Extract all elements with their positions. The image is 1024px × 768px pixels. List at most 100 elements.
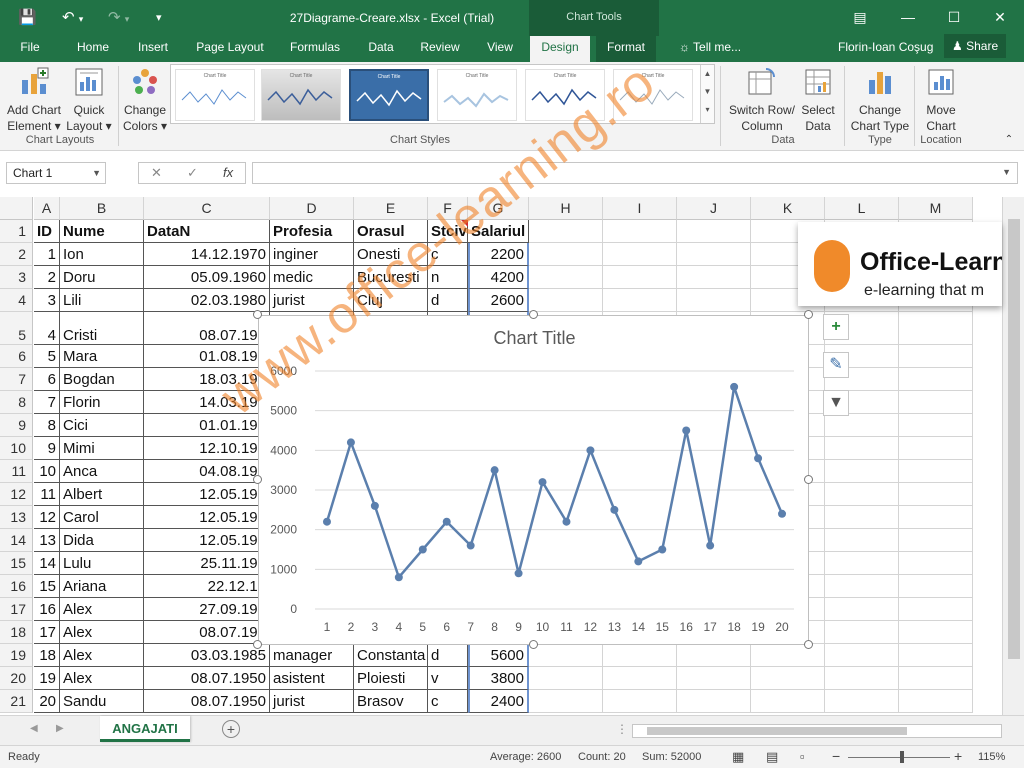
column-header-j[interactable]: J — [677, 197, 751, 220]
grid-cell[interactable] — [529, 667, 603, 690]
table-cell[interactable]: 08.07.1950 — [144, 667, 270, 690]
table-cell[interactable]: Alex — [60, 621, 144, 644]
chart-style-5[interactable]: Chart Title — [525, 69, 605, 121]
move-chart-button[interactable]: Move Chart — [918, 66, 964, 134]
column-header-c[interactable]: C — [144, 197, 270, 220]
tab-review[interactable]: Review — [414, 36, 466, 62]
table-header-cell[interactable]: Profesia — [270, 220, 354, 243]
data-point[interactable] — [394, 573, 403, 582]
resize-handle-se[interactable] — [804, 640, 813, 649]
data-point[interactable] — [442, 517, 451, 526]
table-cell[interactable]: Florin — [60, 391, 144, 414]
table-cell[interactable]: 9 — [34, 437, 60, 460]
table-cell[interactable]: 1 — [34, 243, 60, 266]
grid-cell[interactable] — [899, 644, 973, 667]
minimize-icon[interactable]: — — [893, 6, 923, 28]
table-cell[interactable]: 5 — [34, 345, 60, 368]
table-cell[interactable]: 01.01.197 — [144, 414, 270, 437]
table-cell[interactable]: v — [428, 667, 468, 690]
grid-cell[interactable] — [529, 289, 603, 312]
row-header-13[interactable]: 13 — [0, 506, 33, 529]
table-cell[interactable]: 5600 — [468, 644, 529, 667]
table-cell[interactable]: Onesti — [354, 243, 428, 266]
table-cell[interactable]: 3 — [34, 289, 60, 312]
row-header-18[interactable]: 18 — [0, 621, 33, 644]
grid-cell[interactable] — [825, 667, 899, 690]
select-all-corner[interactable] — [0, 197, 33, 220]
grid-cell[interactable] — [899, 460, 973, 483]
grid-cell[interactable] — [603, 690, 677, 713]
grid-cell[interactable] — [603, 220, 677, 243]
data-point[interactable] — [538, 478, 547, 487]
tab-split-icon[interactable]: ⋮ — [616, 722, 628, 736]
table-cell[interactable]: medic — [270, 266, 354, 289]
table-cell[interactable]: 15 — [34, 575, 60, 598]
table-cell[interactable]: 6 — [34, 368, 60, 391]
chevron-down-icon[interactable]: ▼ — [92, 163, 101, 183]
data-point[interactable] — [658, 545, 667, 554]
table-cell[interactable]: 08.07.1950 — [144, 690, 270, 713]
sheet-next-icon[interactable]: ▶ — [56, 723, 64, 734]
table-cell[interactable]: 18.03.195 — [144, 368, 270, 391]
gallery-scroll[interactable]: ▲ ▼ ▾ — [700, 65, 714, 123]
row-header-16[interactable]: 16 — [0, 575, 33, 598]
data-point[interactable] — [610, 505, 619, 514]
grid-cell[interactable] — [751, 644, 825, 667]
grid-cell[interactable] — [529, 220, 603, 243]
horizontal-scrollbar[interactable] — [632, 724, 1002, 738]
table-cell[interactable]: 2400 — [468, 690, 529, 713]
gallery-more-icon[interactable]: ▾ — [701, 101, 714, 119]
table-cell[interactable]: Ploiesti — [354, 667, 428, 690]
column-header-e[interactable]: E — [354, 197, 428, 220]
table-cell[interactable]: 25.11.197 — [144, 552, 270, 575]
grid-cell[interactable] — [899, 483, 973, 506]
gallery-down-icon[interactable]: ▼ — [701, 83, 714, 101]
insert-function-icon[interactable]: fx — [223, 163, 233, 183]
resize-handle-nw[interactable] — [253, 310, 262, 319]
grid-cell[interactable] — [825, 621, 899, 644]
grid-cell[interactable] — [677, 667, 751, 690]
column-header-f[interactable]: F — [428, 197, 468, 220]
grid-cell[interactable] — [677, 644, 751, 667]
grid-cell[interactable] — [899, 598, 973, 621]
data-point[interactable] — [634, 557, 643, 566]
row-header-9[interactable]: 9 — [0, 414, 33, 437]
table-cell[interactable]: Alex — [60, 644, 144, 667]
grid-cell[interactable] — [825, 437, 899, 460]
grid-cell[interactable] — [899, 345, 973, 368]
vertical-scroll-thumb[interactable] — [1008, 219, 1020, 659]
table-header-cell[interactable]: Orasul — [354, 220, 428, 243]
table-cell[interactable]: Brasov — [354, 690, 428, 713]
grid-cell[interactable] — [825, 529, 899, 552]
tab-design[interactable]: Design — [530, 36, 590, 62]
expand-formula-icon[interactable]: ▼ — [1002, 167, 1011, 177]
column-header-g[interactable]: G — [468, 197, 529, 220]
row-header-1[interactable]: 1 — [0, 220, 33, 243]
table-cell[interactable]: 12.10.198 — [144, 437, 270, 460]
add-sheet-icon[interactable]: + — [222, 720, 240, 738]
table-cell[interactable]: 18 — [34, 644, 60, 667]
add-chart-element-button[interactable]: Add Chart Element ▾ — [4, 66, 64, 134]
table-cell[interactable]: 01.08.197 — [144, 345, 270, 368]
table-cell[interactable]: 2600 — [468, 289, 529, 312]
tab-insert[interactable]: Insert — [130, 36, 176, 62]
data-point[interactable] — [466, 541, 475, 550]
table-cell[interactable]: 11 — [34, 483, 60, 506]
table-cell[interactable]: 8 — [34, 414, 60, 437]
collapse-ribbon-icon[interactable]: ⌃ — [1002, 132, 1016, 148]
table-cell[interactable]: Mara — [60, 345, 144, 368]
table-cell[interactable]: Bucuresti — [354, 266, 428, 289]
row-header-17[interactable]: 17 — [0, 598, 33, 621]
grid-cell[interactable] — [677, 220, 751, 243]
table-cell[interactable]: 12.05.198 — [144, 529, 270, 552]
grid-cell[interactable] — [603, 266, 677, 289]
data-point[interactable] — [778, 509, 787, 518]
table-cell[interactable]: 4200 — [468, 266, 529, 289]
table-cell[interactable]: Cici — [60, 414, 144, 437]
tab-home[interactable]: Home — [70, 36, 116, 62]
undo-icon[interactable]: ↶ ▾ — [62, 8, 83, 29]
grid-cell[interactable] — [825, 414, 899, 437]
data-point[interactable] — [370, 501, 379, 510]
table-cell[interactable]: jurist — [270, 690, 354, 713]
table-cell[interactable]: d — [428, 289, 468, 312]
